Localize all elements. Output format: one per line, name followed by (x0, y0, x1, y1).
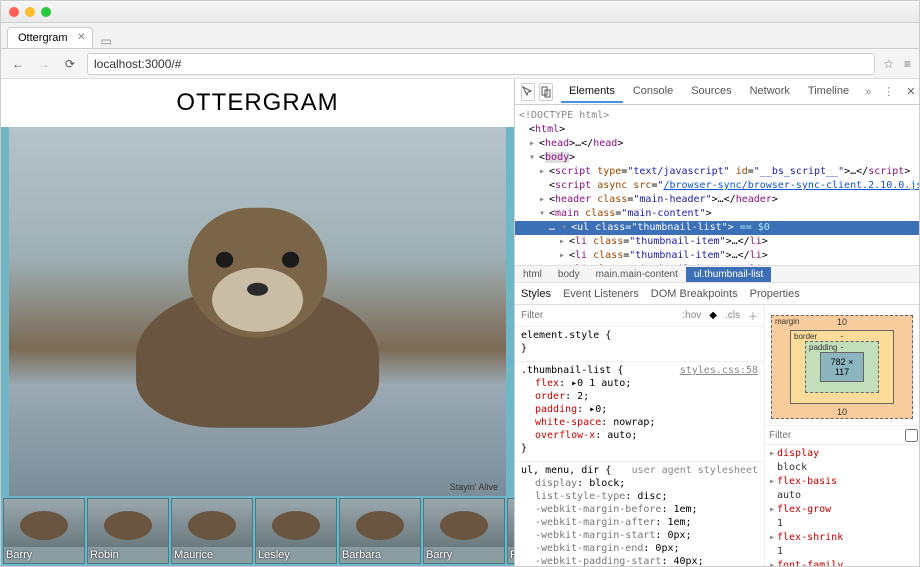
thumbnail-item[interactable]: Robin (87, 498, 169, 564)
styles-pane[interactable]: :hov ◆ .cls ＋ element.style {}styles.css… (515, 305, 764, 566)
devtools-tab-timeline[interactable]: Timeline (800, 81, 857, 103)
page-header: OTTERGRAM (1, 79, 514, 127)
hero-image: Stayin' Alive (9, 127, 506, 496)
thumbnail-label: Barry (6, 549, 32, 561)
menu-icon[interactable]: ≡ (904, 57, 911, 71)
tab-title: Ottergram (18, 32, 68, 44)
thumbnail-label: Barbara (342, 549, 381, 561)
close-devtools-icon[interactable]: ✕ (902, 85, 919, 98)
computed-filter-bar: Show all (765, 425, 919, 445)
breadcrumb-item[interactable]: html (515, 267, 550, 282)
thumbnail-item[interactable]: Maurice (171, 498, 253, 564)
subtab-styles[interactable]: Styles (521, 288, 551, 300)
traffic-lights (9, 7, 51, 17)
thumbnail-item[interactable]: R (507, 498, 514, 564)
breadcrumb[interactable]: htmlbodymain.main-contentul.thumbnail-li… (515, 265, 919, 283)
hero-image-container: Stayin' Alive (9, 127, 506, 496)
url-text: localhost:3000/# (94, 57, 181, 71)
breadcrumb-item[interactable]: main.main-content (588, 267, 686, 282)
overflow-icon[interactable]: » (861, 86, 875, 98)
devtools-tab-elements[interactable]: Elements (561, 81, 623, 103)
url-input[interactable]: localhost:3000/# (87, 53, 875, 75)
address-bar: ← → ⟳ localhost:3000/# ☆ ≡ (1, 49, 919, 79)
dom-tree[interactable]: <!DOCTYPE html><html>▸<head>…</head>▾<bo… (515, 105, 919, 265)
forward-button[interactable]: → (35, 55, 53, 73)
hero-caption: Stayin' Alive (450, 482, 498, 492)
reload-button[interactable]: ⟳ (61, 55, 79, 73)
thumbnail-list[interactable]: Barry Robin Maurice Lesley Barbara Barry R (1, 496, 514, 566)
box-model[interactable]: margin 10 border - padding - 782 × 117 (765, 305, 919, 425)
bookmark-icon[interactable]: ☆ (883, 57, 894, 71)
thumbnail-item[interactable]: Barry (423, 498, 505, 564)
hov-toggle[interactable]: :hov (682, 310, 701, 321)
devtools-tab-console[interactable]: Console (625, 81, 681, 103)
minimize-window-button[interactable] (25, 7, 35, 17)
styles-subtabs: Styles Event Listeners DOM Breakpoints Prop… (515, 283, 919, 305)
devtools-panel: ElementsConsoleSourcesNetworkTimeline » … (514, 79, 919, 566)
page-viewport: OTTERGRAM Stayin' Alive Barry Robin Mauric… (1, 79, 514, 566)
thumbnail-label: R (510, 549, 514, 561)
thumbnail-item[interactable]: Lesley (255, 498, 337, 564)
computed-filter-input[interactable] (769, 430, 901, 441)
device-mode-icon[interactable] (539, 83, 553, 101)
thumbnail-label: Barry (426, 549, 452, 561)
subtab-dom-breakpoints[interactable]: DOM Breakpoints (651, 288, 738, 300)
thumbnail-item[interactable]: Barry (3, 498, 85, 564)
show-all-checkbox[interactable] (905, 429, 918, 442)
devtools-tab-sources[interactable]: Sources (683, 81, 739, 103)
subtab-properties[interactable]: Properties (750, 288, 800, 300)
styles-filter-bar: :hov ◆ .cls ＋ (515, 305, 764, 327)
window-titlebar (1, 1, 919, 23)
browser-tab[interactable]: Ottergram ✕ (7, 27, 93, 48)
new-rule-button[interactable]: ＋ (748, 308, 758, 323)
subtab-event-listeners[interactable]: Event Listeners (563, 288, 639, 300)
page-title: OTTERGRAM (1, 89, 514, 117)
back-button[interactable]: ← (9, 55, 27, 73)
thumbnail-label: Maurice (174, 549, 213, 561)
new-tab-button[interactable]: ▭ (93, 34, 120, 48)
browser-tabstrip: Ottergram ✕ ▭ (1, 23, 919, 49)
styles-filter-input[interactable] (521, 310, 674, 321)
thumbnail-label: Robin (90, 549, 119, 561)
close-window-button[interactable] (9, 7, 19, 17)
cls-toggle[interactable]: .cls (725, 310, 740, 321)
devtools-toolbar: ElementsConsoleSourcesNetworkTimeline » … (515, 79, 919, 105)
devtools-tab-network[interactable]: Network (742, 81, 798, 103)
kebab-icon[interactable]: ⋮ (879, 85, 898, 98)
close-tab-icon[interactable]: ✕ (77, 32, 85, 43)
thumbnail-item[interactable]: Barbara (339, 498, 421, 564)
breadcrumb-item[interactable]: ul.thumbnail-list (686, 267, 771, 282)
inspect-icon[interactable] (521, 83, 535, 101)
swatch-icon[interactable]: ◆ (709, 310, 717, 321)
box-model-content: 782 × 117 (820, 352, 864, 382)
zoom-window-button[interactable] (41, 7, 51, 17)
computed-list[interactable]: ▸displayblock▸flex-basisauto▸flex-grow1▸… (765, 445, 919, 566)
thumbnail-label: Lesley (258, 549, 290, 561)
breadcrumb-item[interactable]: body (550, 267, 588, 282)
